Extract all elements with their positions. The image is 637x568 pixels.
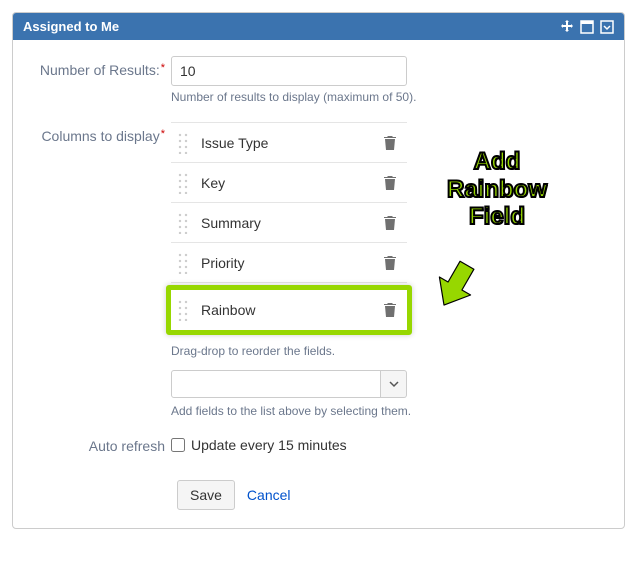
- columns-row: Columns to display* Issue Type Key Summary…: [29, 122, 612, 430]
- drag-handle-icon[interactable]: [177, 132, 189, 154]
- panel-header: Assigned to Me: [13, 13, 624, 40]
- chevron-down-icon[interactable]: [600, 20, 614, 34]
- num-results-helper: Number of results to display (maximum of…: [171, 90, 612, 104]
- delete-column-button[interactable]: [379, 133, 401, 153]
- form-actions: Save Cancel: [29, 480, 612, 510]
- column-item[interactable]: Issue Type: [171, 123, 407, 163]
- column-item[interactable]: Rainbow: [171, 290, 407, 330]
- header-icons: [560, 20, 614, 34]
- num-results-input[interactable]: [171, 56, 407, 86]
- highlighted-column: Rainbow: [166, 285, 412, 335]
- auto-refresh-checkbox-label: Update every 15 minutes: [191, 437, 347, 453]
- columns-list: Issue Type Key Summary Priority Rainbow: [171, 122, 407, 335]
- cancel-button[interactable]: Cancel: [247, 487, 291, 503]
- config-panel: Assigned to Me Number of Results:* Numbe…: [12, 12, 625, 529]
- auto-refresh-label: Auto refresh: [29, 436, 171, 454]
- delete-column-button[interactable]: [379, 173, 401, 193]
- panel-body: Number of Results:* Number of results to…: [13, 40, 624, 528]
- reorder-helper: Drag-drop to reorder the fields.: [171, 344, 612, 358]
- add-field-select[interactable]: [171, 370, 407, 398]
- column-item-label: Rainbow: [201, 302, 379, 318]
- required-indicator: *: [161, 128, 165, 140]
- auto-refresh-checkbox[interactable]: [171, 438, 185, 452]
- column-item[interactable]: Summary: [171, 203, 407, 243]
- add-field-select-button[interactable]: [381, 370, 407, 398]
- num-results-label: Number of Results:*: [29, 56, 171, 78]
- auto-refresh-checkbox-wrap[interactable]: Update every 15 minutes: [171, 436, 612, 453]
- column-item-label: Priority: [201, 255, 379, 271]
- drag-handle-icon[interactable]: [177, 252, 189, 274]
- delete-column-button[interactable]: [379, 253, 401, 273]
- column-item-label: Issue Type: [201, 135, 379, 151]
- move-icon[interactable]: [560, 20, 574, 34]
- required-indicator: *: [161, 62, 165, 74]
- drag-handle-icon[interactable]: [177, 172, 189, 194]
- columns-label: Columns to display*: [29, 122, 171, 144]
- drag-handle-icon[interactable]: [177, 212, 189, 234]
- column-item[interactable]: Priority: [171, 243, 407, 283]
- delete-column-button[interactable]: [379, 300, 401, 320]
- add-field-select-input[interactable]: [171, 370, 381, 398]
- drag-handle-icon[interactable]: [177, 299, 189, 321]
- maximize-icon[interactable]: [580, 20, 594, 34]
- save-button[interactable]: Save: [177, 480, 235, 510]
- column-item[interactable]: Key: [171, 163, 407, 203]
- column-item-label: Summary: [201, 215, 379, 231]
- panel-title: Assigned to Me: [23, 19, 119, 34]
- auto-refresh-row: Auto refresh Update every 15 minutes: [29, 436, 612, 454]
- num-results-row: Number of Results:* Number of results to…: [29, 56, 612, 116]
- column-item-label: Key: [201, 175, 379, 191]
- select-helper: Add fields to the list above by selectin…: [171, 404, 612, 418]
- delete-column-button[interactable]: [379, 213, 401, 233]
